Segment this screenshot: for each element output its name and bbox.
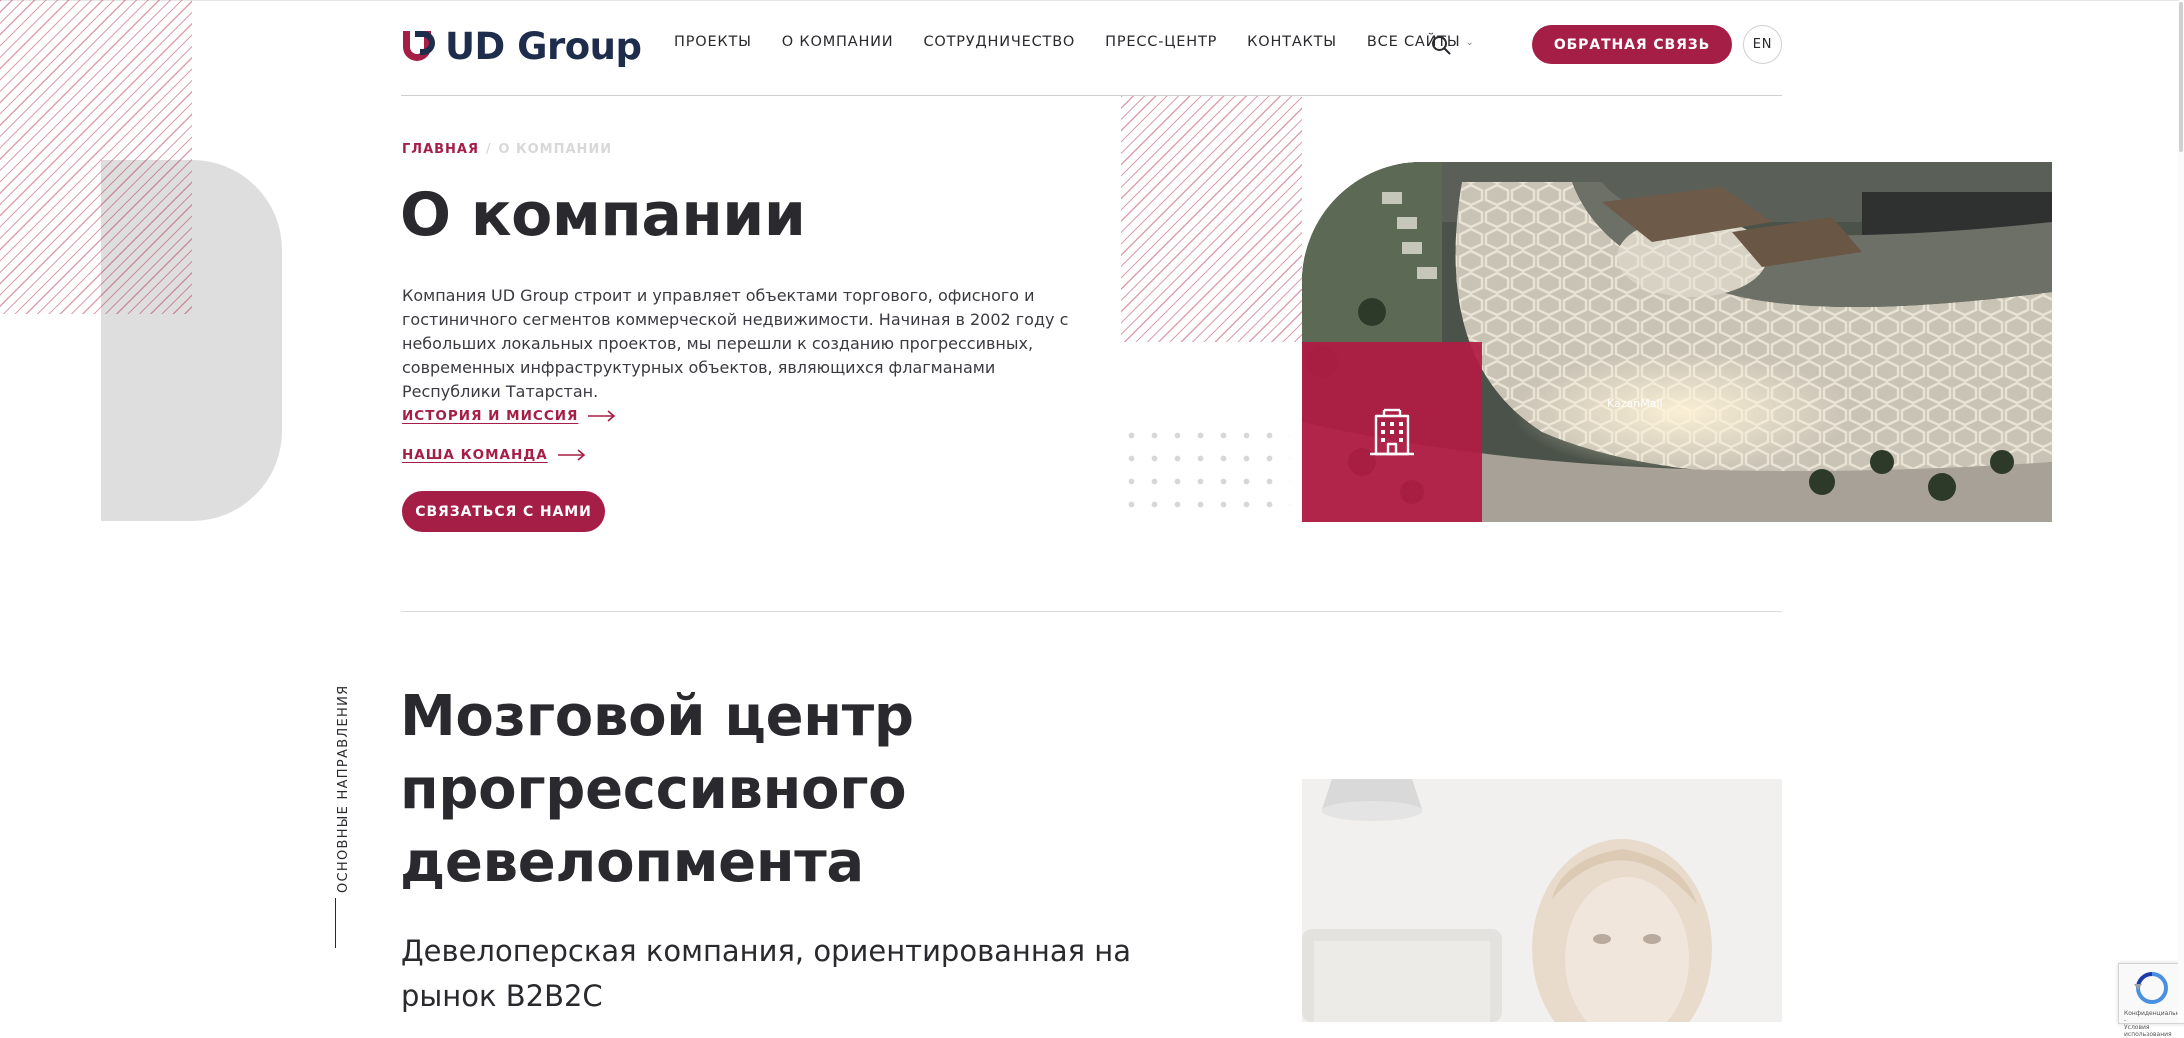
feedback-button[interactable]: ОБРАТНАЯ СВЯЗЬ — [1532, 25, 1732, 64]
side-label-line — [335, 898, 336, 948]
recaptcha-text[interactable]: Конфиденциальность - Условия использован… — [2124, 1010, 2184, 1038]
arrow-right-icon — [588, 410, 616, 422]
portrait-illustration — [1302, 779, 1782, 1022]
chevron-down-icon: ⌄ — [1465, 36, 1475, 48]
decor-dot-grid — [1120, 424, 1290, 524]
section-title-line: девелопмента — [400, 830, 864, 895]
our-team-label: НАША КОМАНДА — [402, 447, 548, 463]
section-divider — [401, 611, 1782, 612]
recaptcha-icon — [2134, 972, 2168, 1004]
nav-item-about[interactable]: О КОМПАНИИ — [782, 34, 894, 50]
building-icon — [1370, 408, 1414, 456]
main-nav: ПРОЕКТЫ О КОМПАНИИ СОТРУДНИЧЕСТВО ПРЕСС-… — [674, 34, 1505, 50]
portrait-photo — [1302, 779, 1782, 1022]
side-section-label: ОСНОВНЫЕ НАПРАВЛЕНИЯ — [336, 684, 351, 893]
intro-text: Компания UD Group строит и управляет объ… — [402, 286, 1069, 401]
nav-item-press[interactable]: ПРЕСС-ЦЕНТР — [1105, 34, 1217, 50]
history-mission-link[interactable]: ИСТОРИЯ И МИССИЯ — [402, 408, 616, 424]
decor-hatch-left — [0, 0, 192, 314]
breadcrumb-separator: / — [486, 142, 492, 157]
page-title: О компании — [400, 180, 806, 250]
header-divider — [401, 95, 1782, 96]
history-mission-label: ИСТОРИЯ И МИССИЯ — [402, 408, 579, 424]
nav-item-projects[interactable]: ПРОЕКТЫ — [674, 34, 752, 50]
mall-sign: KazanMall — [1607, 397, 1663, 410]
breadcrumb-home[interactable]: ГЛАВНАЯ — [402, 142, 479, 157]
recaptcha-badge[interactable]: Конфиденциальность - Условия использован… — [2118, 963, 2184, 1038]
contact-us-button[interactable]: СВЯЗАТЬСЯ С НАМИ — [402, 491, 605, 532]
nav-item-contacts[interactable]: КОНТАКТЫ — [1247, 34, 1337, 50]
language-switch-button[interactable]: EN — [1743, 25, 1782, 64]
nav-item-cooperation[interactable]: СОТРУДНИЧЕСТВО — [923, 34, 1075, 50]
breadcrumb-current: О КОМПАНИИ — [498, 142, 613, 157]
breadcrumb: ГЛАВНАЯ / О КОМПАНИИ — [402, 142, 612, 157]
arrow-right-icon — [557, 449, 585, 461]
section-title-line: Мозговой центр — [400, 684, 914, 749]
logo[interactable]: UD Group — [401, 24, 642, 68]
scrollbar-track[interactable] — [2178, 0, 2184, 1022]
decor-hatch-right — [1121, 96, 1302, 342]
section-subtitle: Девелоперская компания, ориентированная … — [401, 934, 1132, 1013]
logo-mark-icon — [403, 31, 435, 61]
hero-red-badge — [1302, 342, 1482, 522]
section-title-line: прогрессивного — [400, 757, 907, 822]
our-team-link[interactable]: НАША КОМАНДА — [402, 447, 586, 463]
search-icon[interactable] — [1430, 34, 1452, 56]
nav-item-all-sites[interactable]: ВСЕ САЙТЫ ⌄ — [1367, 34, 1475, 50]
scrollbar-thumb[interactable] — [2179, 2, 2183, 152]
top-border — [0, 0, 2184, 1]
logo-text: UD Group — [445, 24, 642, 68]
section-title: Мозговой центр прогрессивного девелопмен… — [400, 680, 914, 899]
